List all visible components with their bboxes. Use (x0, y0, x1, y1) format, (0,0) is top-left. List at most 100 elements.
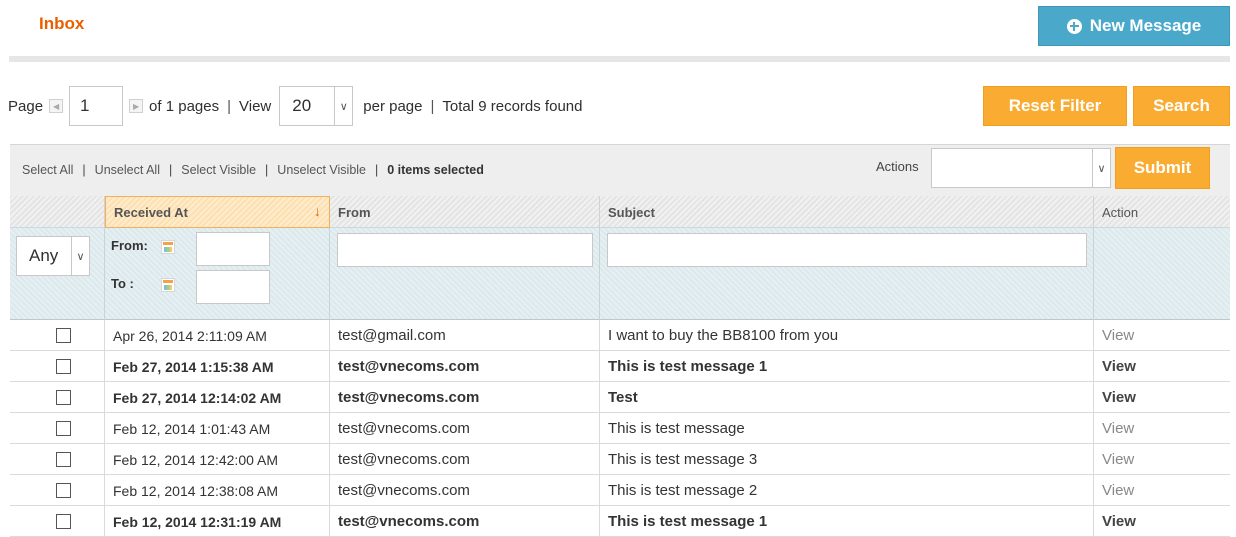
from-cell: test@vnecoms.com (330, 351, 600, 382)
received-at-cell-text: Apr 26, 2014 2:11:09 AM (113, 327, 267, 344)
new-message-label: New Message (1089, 16, 1202, 35)
select-all-link[interactable]: Select All (22, 163, 73, 177)
action-cell: View (1094, 382, 1230, 413)
view-link[interactable]: View (1102, 327, 1134, 344)
action-cell: View (1094, 475, 1230, 506)
date-to-input[interactable] (196, 270, 270, 304)
row-checkbox-cell (10, 351, 105, 382)
grid-header-row: Received At ↓ From Subject Action (10, 196, 1230, 228)
view-link[interactable]: View (1102, 389, 1136, 406)
date-from-input[interactable] (196, 232, 270, 266)
grid-filter-row: Any ∨ From: To : (10, 228, 1230, 320)
row-checkbox-cell (10, 475, 105, 506)
next-page-icon[interactable]: ▶ (129, 99, 144, 113)
table-row[interactable]: Feb 12, 2014 12:31:19 AM test@vnecoms.com… (10, 506, 1230, 537)
header-received-at[interactable]: Received At ↓ (105, 196, 330, 228)
page-label: Page (8, 97, 44, 115)
table-row[interactable]: Feb 12, 2014 1:01:43 AM test@vnecoms.com T… (10, 413, 1230, 444)
unselect-all-link[interactable]: Unselect All (95, 163, 160, 177)
action-cell: View (1094, 413, 1230, 444)
view-link[interactable]: View (1102, 358, 1136, 375)
received-at-cell-text: Feb 12, 2014 12:38:08 AM (113, 482, 279, 499)
unselect-visible-link[interactable]: Unselect Visible (277, 163, 366, 177)
from-filter-input[interactable] (337, 233, 593, 267)
row-checkbox[interactable] (56, 328, 71, 343)
of-pages-text: of 1 pages (149, 97, 220, 115)
date-from-label: From: (111, 238, 148, 253)
row-checkbox[interactable] (56, 390, 71, 405)
massaction-filter-select[interactable]: Any ∨ (16, 236, 90, 276)
received-at-cell: Feb 12, 2014 1:01:43 AM (105, 413, 330, 444)
view-link[interactable]: View (1102, 513, 1136, 530)
actions-select[interactable]: ∨ (931, 148, 1111, 188)
from-cell-text: test@vnecoms.com (338, 358, 480, 375)
received-at-cell: Apr 26, 2014 2:11:09 AM (105, 320, 330, 351)
row-checkbox[interactable] (56, 514, 71, 529)
from-cell-text: test@vnecoms.com (338, 420, 470, 437)
chevron-down-icon: ∨ (1092, 149, 1110, 187)
filter-action-cell (1094, 228, 1230, 320)
subject-cell: Test (600, 382, 1094, 413)
row-checkbox[interactable] (56, 359, 71, 374)
received-at-cell-text: Feb 27, 2014 12:14:02 AM (113, 389, 282, 406)
row-checkbox[interactable] (56, 483, 71, 498)
sort-desc-icon: ↓ (314, 203, 321, 219)
pager-separator: | (227, 97, 232, 115)
action-cell: View (1094, 444, 1230, 475)
from-cell-text: test@vnecoms.com (338, 451, 470, 468)
subject-filter-input[interactable] (607, 233, 1087, 267)
received-at-cell-text: Feb 12, 2014 1:01:43 AM (113, 420, 271, 437)
messages-grid: Received At ↓ From Subject Action Any ∨ … (10, 196, 1230, 537)
view-link[interactable]: View (1102, 420, 1134, 437)
row-checkbox[interactable] (56, 421, 71, 436)
prev-page-icon[interactable]: ◀ (49, 99, 64, 113)
table-row[interactable]: Apr 26, 2014 2:11:09 AM test@gmail.com I w… (10, 320, 1230, 351)
header-action: Action (1102, 204, 1139, 220)
reset-filter-button[interactable]: Reset Filter (983, 86, 1127, 126)
from-cell: test@vnecoms.com (330, 444, 600, 475)
header-from[interactable]: From (330, 196, 600, 228)
subject-cell: This is test message 1 (600, 506, 1094, 537)
massaction-filter-value: Any (29, 246, 59, 265)
table-row[interactable]: Feb 12, 2014 12:38:08 AM test@vnecoms.com… (10, 475, 1230, 506)
subject-cell: This is test message (600, 413, 1094, 444)
row-checkbox[interactable] (56, 452, 71, 467)
submit-button[interactable]: Submit (1115, 147, 1210, 189)
from-cell: test@vnecoms.com (330, 506, 600, 537)
subject-cell: This is test message 1 (600, 351, 1094, 382)
actions-label: Actions (876, 159, 919, 174)
chevron-down-icon: ∨ (71, 237, 89, 275)
per-page-select[interactable]: 20 ∨ (279, 86, 354, 126)
total-records: Total 9 records found (442, 97, 583, 115)
view-link[interactable]: View (1102, 451, 1134, 468)
page-number-input[interactable]: 1 (69, 86, 124, 126)
subject-cell-text: This is test message 3 (608, 451, 758, 468)
table-row[interactable]: Feb 27, 2014 1:15:38 AM test@vnecoms.com T… (10, 351, 1230, 382)
received-at-cell: Feb 27, 2014 12:14:02 AM (105, 382, 330, 413)
pager: Page ◀ 1 ▶ of 1 pages | View 20 ∨ per pa… (8, 86, 908, 126)
search-button[interactable]: Search (1133, 86, 1230, 126)
new-message-button[interactable]: New Message (1038, 6, 1230, 46)
from-cell: test@vnecoms.com (330, 413, 600, 444)
header-massaction-column (10, 196, 105, 228)
subject-cell-text: This is test message 1 (608, 358, 768, 375)
row-checkbox-cell (10, 320, 105, 351)
title-divider (9, 56, 1230, 62)
items-selected-count: 0 items selected (387, 163, 484, 177)
from-cell: test@vnecoms.com (330, 382, 600, 413)
subject-cell: This is test message 3 (600, 444, 1094, 475)
from-cell: test@gmail.com (330, 320, 600, 351)
calendar-icon[interactable] (161, 278, 175, 292)
view-link[interactable]: View (1102, 482, 1134, 499)
subject-cell: I want to buy the BB8100 from you (600, 320, 1094, 351)
page-title: Inbox (39, 14, 85, 33)
header-subject[interactable]: Subject (600, 196, 1094, 228)
subject-cell-text: Test (608, 389, 638, 406)
table-row[interactable]: Feb 12, 2014 12:42:00 AM test@vnecoms.com… (10, 444, 1230, 475)
subject-cell-text: This is test message 2 (608, 482, 758, 499)
calendar-icon[interactable] (161, 240, 175, 254)
select-visible-link[interactable]: Select Visible (181, 163, 256, 177)
subject-cell-text: This is test message (608, 420, 745, 437)
table-row[interactable]: Feb 27, 2014 12:14:02 AM test@vnecoms.com… (10, 382, 1230, 413)
filter-received-at-cell: From: To : (105, 228, 330, 320)
